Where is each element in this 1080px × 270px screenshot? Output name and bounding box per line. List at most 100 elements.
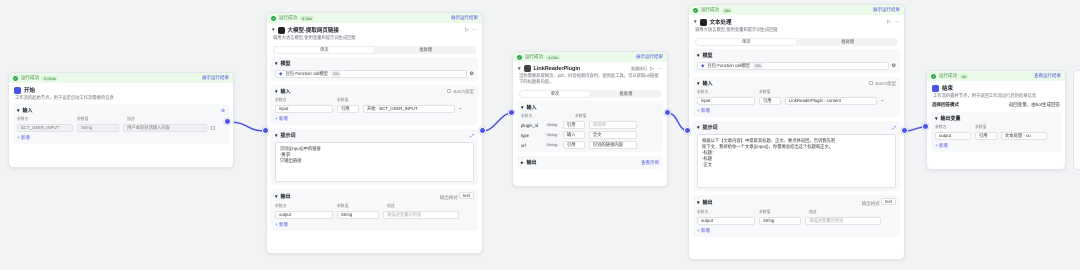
param-value[interactable]: 请选择 bbox=[588, 121, 637, 129]
output-type-select[interactable]: String bbox=[759, 217, 801, 225]
more-icon[interactable]: ⋯ bbox=[894, 19, 899, 25]
output-desc-input[interactable]: 请描述变量的用途 bbox=[805, 217, 881, 225]
col-name: 参数名 bbox=[275, 204, 287, 208]
node-title[interactable]: 开始 bbox=[24, 86, 35, 94]
tab-batch[interactable]: 批处理 bbox=[591, 90, 661, 98]
prompt-editor[interactable]: 根据以下【文章内容】中提取其标题、正文、要点并返回，告诉我先吧 除下文，我将给你… bbox=[697, 134, 896, 188]
chevron-down-icon[interactable]: ▾ bbox=[272, 27, 275, 33]
col-name: 参数名 bbox=[17, 117, 29, 121]
param-type-select[interactable]: String bbox=[77, 124, 119, 132]
section-title: 提示词 bbox=[702, 125, 718, 131]
llm-extract-node[interactable]: ✓ 运行成功 4.34s 展示运行结果 ▾ 大模型-提取网页链接 ▷ ⋯ 调用大语言模型,使… bbox=[266, 12, 483, 254]
status-text: 运行成功 bbox=[701, 7, 719, 12]
add-label: 新增 bbox=[278, 116, 288, 121]
add-param-button[interactable]: + 新增 bbox=[17, 135, 225, 141]
expand-icon[interactable]: ⤢ bbox=[470, 133, 474, 138]
show-result-link[interactable]: 展示运行结果 bbox=[636, 54, 663, 60]
param-ref-select[interactable]: 文本处理 - ou bbox=[1001, 132, 1047, 140]
delete-icon[interactable]: − bbox=[459, 106, 462, 112]
text-process-node[interactable]: ✓ 运行成功 18s 展示运行结果 ▾ 文本处理 ▷ ⋯ 调用大语言模型,使用变量和提示词生… bbox=[688, 4, 905, 260]
add-output-button[interactable]: + 新增 bbox=[275, 222, 474, 228]
output-format-select[interactable]: text bbox=[459, 192, 474, 199]
output-port[interactable] bbox=[479, 127, 486, 134]
start-node[interactable]: ✓ 运行成功 0.004s 展示运行结果 开始 工作流的起始节点，用于设定启动工作流需… bbox=[8, 72, 234, 168]
batch-label: Batch类型 bbox=[453, 88, 474, 94]
model-icon: ◆ bbox=[279, 71, 283, 76]
model-select[interactable]: ◆ 豆包·Function call模型 32k bbox=[697, 62, 889, 70]
add-output-button[interactable]: + 新增 bbox=[935, 143, 1057, 149]
model-label: 模型 bbox=[280, 61, 291, 67]
settings-icon[interactable]: ⚙ bbox=[892, 63, 896, 69]
end-node[interactable]: ✓ 运行成功 0s 查看运行结果 结束 工作流的最终节点，用于返回工作流运行后的结果信… bbox=[926, 70, 1066, 170]
node-title[interactable]: 结束 bbox=[942, 84, 953, 92]
param-mode-select[interactable]: 引用 bbox=[975, 132, 997, 140]
output-port[interactable] bbox=[224, 118, 231, 125]
settings-icon[interactable]: ⚙ bbox=[470, 71, 474, 77]
input-port[interactable] bbox=[684, 127, 691, 134]
model-select[interactable]: ◆ 豆包·Function call模型 32k bbox=[275, 70, 467, 78]
param-mode-select[interactable]: 引用 bbox=[337, 105, 359, 113]
show-result-link[interactable]: 展示运行结果 bbox=[451, 15, 478, 21]
param-mode-select[interactable]: 引用 bbox=[759, 97, 781, 105]
param-name: type bbox=[521, 132, 530, 138]
run-icon[interactable]: ▷ bbox=[650, 66, 654, 72]
prompt-editor[interactable]: 识别{{input}}中的链接 -要求: 只输出链接 bbox=[275, 142, 474, 182]
input-port[interactable] bbox=[922, 123, 929, 130]
output-format-select[interactable]: text bbox=[881, 198, 896, 205]
output-name-input[interactable]: output bbox=[697, 217, 755, 225]
output-type-select[interactable]: String bbox=[337, 211, 379, 219]
output-port[interactable] bbox=[901, 127, 908, 134]
node-title[interactable]: 文本处理 bbox=[710, 18, 732, 26]
param-value[interactable]: 识别的链接内容 bbox=[588, 141, 637, 149]
link-reader-plugin-node[interactable]: ✓ 运行成功 4.03s 展示运行结果 ▾ LinkReaderPlugin 批量执行 ▷ ⋯… bbox=[512, 51, 668, 187]
delete-icon[interactable]: − bbox=[881, 98, 884, 104]
param-ref-select[interactable]: LinkReaderPlugin - content bbox=[785, 97, 877, 105]
tab-batch[interactable]: 批处理 bbox=[798, 38, 899, 46]
status-text: 运行成功 bbox=[21, 75, 39, 80]
home-icon bbox=[14, 86, 21, 94]
tab-single[interactable]: 单次 bbox=[274, 47, 375, 53]
add-output-button[interactable]: + 新增 bbox=[697, 228, 896, 234]
show-result-link[interactable]: 展示运行结果 bbox=[873, 7, 900, 13]
run-icon[interactable]: ▷ bbox=[465, 27, 469, 33]
more-icon[interactable]: ⋯ bbox=[472, 27, 477, 33]
param-name-input[interactable]: input bbox=[275, 105, 333, 113]
tab-single[interactable]: 单次 bbox=[696, 39, 797, 45]
col-desc: 描述 bbox=[809, 210, 817, 214]
show-result-link[interactable]: 查看运行结果 bbox=[1034, 73, 1061, 79]
mode-label[interactable]: 批量执行 bbox=[631, 66, 647, 72]
settings-icon[interactable]: ⚙ bbox=[221, 108, 225, 114]
section-title: 输入 bbox=[22, 108, 33, 114]
input-port[interactable] bbox=[508, 109, 515, 116]
param-value[interactable]: 全文 bbox=[588, 131, 637, 139]
show-result-link[interactable]: 展示运行结果 bbox=[202, 75, 229, 81]
output-name-input[interactable]: output bbox=[275, 211, 333, 219]
view-example-link[interactable]: 查看示例 bbox=[641, 160, 659, 166]
return-mode-select[interactable]: 返回变量，由bot生成回答 bbox=[1009, 102, 1060, 108]
param-name-input[interactable]: output bbox=[935, 132, 971, 140]
node-title[interactable]: LinkReaderPlugin bbox=[534, 66, 581, 72]
output-desc-input[interactable]: 请描述变量的用途 bbox=[383, 211, 459, 219]
tab-single[interactable]: 单次 bbox=[520, 91, 590, 97]
input-port[interactable] bbox=[262, 127, 269, 134]
add-input-button[interactable]: + 新增 bbox=[697, 108, 896, 114]
param-desc-input[interactable]: 用户本轮对话输入内容 bbox=[123, 124, 207, 132]
param-name-input[interactable]: BCT_USER_INPUT bbox=[17, 124, 73, 132]
col-value: 参数值 bbox=[759, 90, 771, 94]
add-input-button[interactable]: + 新增 bbox=[275, 116, 474, 122]
status-text: 运行成功 bbox=[939, 73, 957, 78]
more-icon[interactable]: ⋯ bbox=[657, 66, 662, 72]
param-ref-select[interactable]: 开始 · BCT_USER_INPUT bbox=[363, 105, 455, 113]
expand-icon[interactable]: ⤢ bbox=[892, 125, 896, 130]
chevron-down-icon[interactable]: ▾ bbox=[17, 108, 20, 114]
run-icon[interactable]: ▷ bbox=[887, 19, 891, 25]
node-title[interactable]: 大模型-提取网页链接 bbox=[288, 26, 339, 34]
tab-batch[interactable]: 批处理 bbox=[376, 46, 477, 54]
col-name: 参数名 bbox=[697, 90, 709, 94]
param-name-input[interactable]: input bbox=[697, 97, 755, 105]
required-checkbox[interactable] bbox=[211, 126, 215, 130]
return-mode-label: 选择回答模式 bbox=[932, 102, 959, 107]
output-port[interactable] bbox=[664, 109, 671, 116]
node-desc: 工作流的起始节点，用于设定启动工作流需要的信息 bbox=[15, 95, 114, 100]
model-icon: ◆ bbox=[701, 63, 705, 68]
